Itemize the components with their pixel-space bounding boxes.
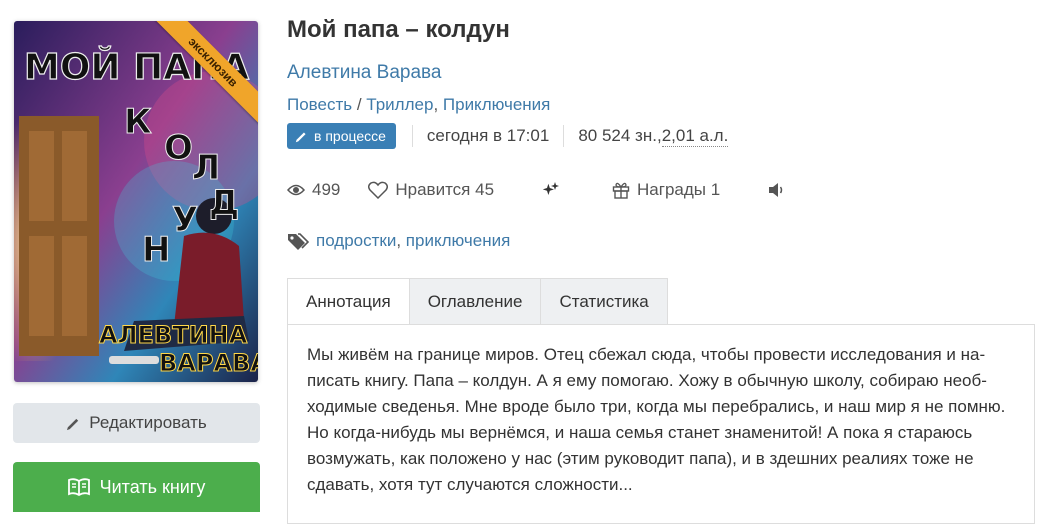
- tab-statistics[interactable]: Статистика: [541, 278, 668, 326]
- svg-text:К: К: [124, 102, 152, 142]
- genre-link[interactable]: Приключения: [443, 95, 551, 114]
- awards-stat[interactable]: Награды 1: [612, 180, 720, 200]
- open-book-icon: [67, 478, 90, 496]
- gift-icon: [612, 181, 630, 199]
- likes-count: Нравится 45: [395, 180, 495, 199]
- edit-button-label: Редактировать: [89, 413, 207, 432]
- genre-link[interactable]: Триллер: [366, 95, 433, 114]
- svg-text:Л: Л: [192, 148, 220, 188]
- annotation-text: Мы живём на границе миров. Отец сбежал с…: [307, 345, 1006, 494]
- stats-row: 499 Нравится 45 Награды 1: [287, 178, 786, 202]
- audio-button[interactable]: [768, 182, 786, 198]
- views-stat: 499: [287, 180, 340, 200]
- divider: [563, 125, 565, 147]
- tab-contents[interactable]: Оглавление: [409, 278, 542, 326]
- speaker-icon: [768, 182, 786, 198]
- awards-count: Награды 1: [637, 180, 721, 199]
- book-size-al[interactable]: 2,01 а.л.: [661, 126, 729, 147]
- status-badge: в процессе: [287, 123, 396, 149]
- comma: ,: [433, 95, 443, 114]
- svg-text:Н: Н: [142, 230, 170, 270]
- pencil-icon: [66, 416, 81, 431]
- sparkles-button[interactable]: [540, 181, 560, 199]
- read-book-button[interactable]: Читать книгу: [13, 462, 260, 512]
- tag-link[interactable]: приключения: [406, 231, 510, 250]
- views-count: 499: [312, 180, 341, 199]
- sparkles-icon: [540, 181, 560, 199]
- book-title: Мой папа – колдун: [287, 16, 510, 43]
- updated-time: сегодня в 17:01: [426, 126, 550, 145]
- edit-button[interactable]: Редактировать: [13, 403, 260, 443]
- tab-bar: Аннотация Оглавление Статистика: [287, 278, 668, 326]
- status-label: в процессе: [314, 128, 386, 144]
- status-row: в процессе сегодня в 17:01 80 524 зн., 2…: [287, 123, 729, 149]
- form-link[interactable]: Повесть: [287, 95, 352, 114]
- book-cover[interactable]: МОЙ ПАПА К О Л Д У Н АЛЕВТИНА ВАРАВА экс…: [14, 21, 258, 382]
- svg-text:У: У: [172, 200, 198, 240]
- genre-line: Повесть / Триллер, Приключения: [287, 95, 550, 115]
- tags-icon: [287, 232, 309, 250]
- book-size-chars: 80 524 зн.,: [578, 126, 662, 145]
- svg-text:АЛЕВТИНА: АЛЕВТИНА: [99, 321, 248, 349]
- genre-separator: /: [352, 95, 367, 114]
- tab-annotation[interactable]: Аннотация: [287, 278, 410, 326]
- heart-icon: [368, 181, 389, 199]
- svg-text:О: О: [164, 128, 193, 168]
- tag-link[interactable]: подростки: [316, 231, 396, 250]
- eye-icon: [287, 183, 305, 197]
- pencil-icon: [295, 130, 308, 143]
- svg-text:ВАРАВА: ВАРАВА: [159, 349, 258, 377]
- author-link[interactable]: Алевтина Варава: [287, 62, 441, 84]
- read-book-label: Читать книгу: [99, 476, 206, 497]
- comma: ,: [396, 231, 406, 250]
- svg-text:Д: Д: [209, 183, 239, 223]
- likes-stat[interactable]: Нравится 45: [368, 180, 494, 200]
- tags-row: подростки, приключения: [287, 229, 510, 253]
- divider: [411, 125, 413, 147]
